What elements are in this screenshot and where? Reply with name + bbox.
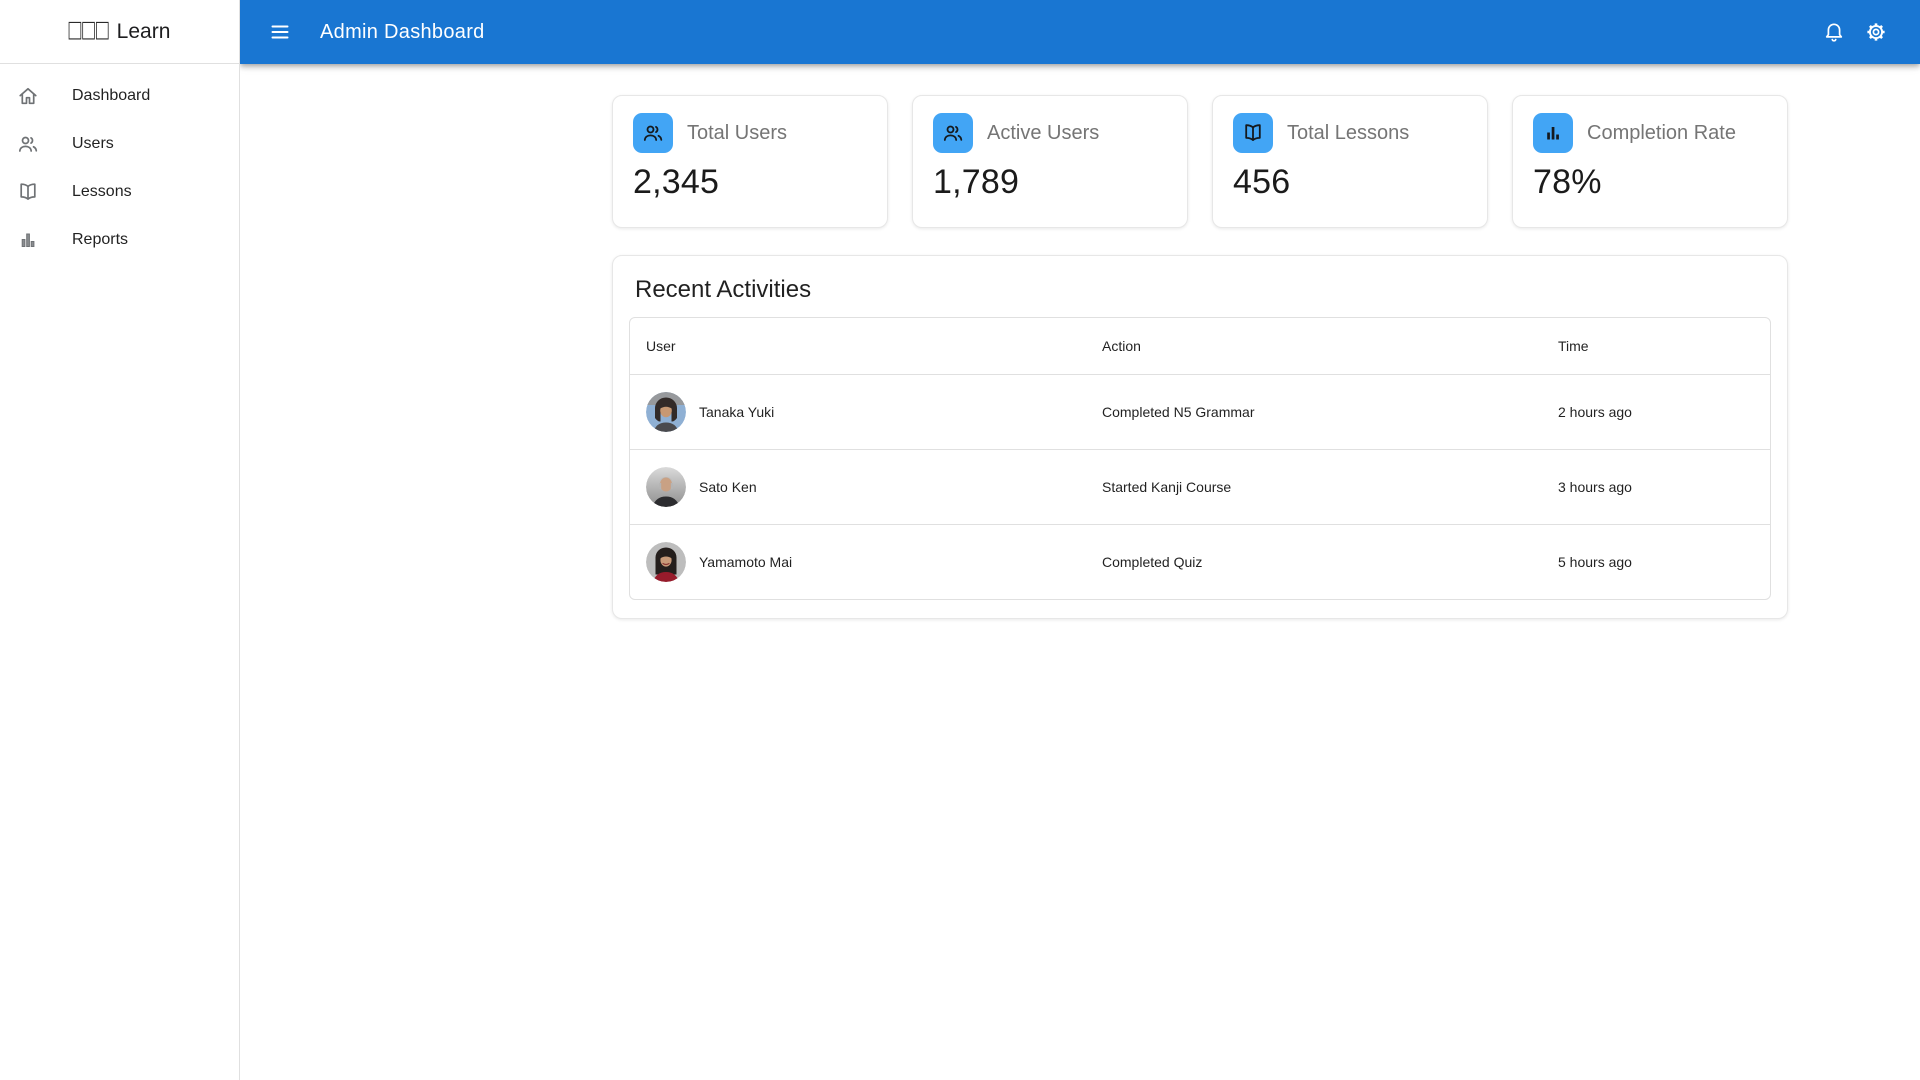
sidebar-nav: Dashboard Users Lessons Reports xyxy=(0,64,239,264)
sidebar-item-users[interactable]: Users xyxy=(0,120,239,168)
sidebar: □□□ Learn Dashboard Users Lessons Report… xyxy=(0,0,240,1080)
time-text: 2 hours ago xyxy=(1558,404,1632,420)
user-name: Tanaka Yuki xyxy=(699,404,775,420)
sidebar-item-label: Users xyxy=(72,135,114,152)
time-text: 5 hours ago xyxy=(1558,554,1632,570)
stat-label: Completion Rate xyxy=(1587,121,1736,144)
stat-card-total-lessons: Total Lessons 456 xyxy=(1212,95,1488,228)
action-text: Started Kanji Course xyxy=(1102,479,1232,495)
book-icon xyxy=(16,180,72,204)
appbar-actions xyxy=(1814,12,1896,52)
column-header-action: Action xyxy=(1102,338,1141,354)
user-name: Yamamoto Mai xyxy=(699,554,793,570)
section-title: Recent Activities xyxy=(635,276,812,303)
stat-value: 1,789 xyxy=(933,163,1020,201)
time-text: 3 hours ago xyxy=(1558,479,1632,495)
avatar xyxy=(646,392,686,432)
stat-label: Total Lessons xyxy=(1287,121,1410,144)
people-icon xyxy=(933,113,973,153)
notifications-button[interactable] xyxy=(1814,12,1854,52)
avatar xyxy=(646,467,686,507)
stat-label: Total Users xyxy=(687,121,788,144)
menu-button[interactable] xyxy=(256,8,304,56)
bar-chart-icon xyxy=(16,228,72,252)
sidebar-item-label: Dashboard xyxy=(72,87,151,104)
sidebar-item-label: Lessons xyxy=(72,183,132,200)
page-title: Admin Dashboard xyxy=(320,20,485,43)
table-row: Yamamoto Mai Completed Quiz 5 hours ago xyxy=(630,524,1770,599)
stat-value: 456 xyxy=(1233,163,1291,201)
sidebar-item-lessons[interactable]: Lessons xyxy=(0,168,239,216)
app-bar: Admin Dashboard xyxy=(240,0,1920,64)
sidebar-item-label: Reports xyxy=(72,231,129,248)
stat-card-completion-rate: Completion Rate 78% xyxy=(1512,95,1788,228)
avatar xyxy=(646,542,686,582)
brand-label: Learn xyxy=(116,19,171,43)
table-row: Tanaka Yuki Completed N5 Grammar 2 hours… xyxy=(630,374,1770,449)
gear-icon xyxy=(1867,23,1885,41)
main-content: Total Users 2,345 Active Users 1,789 Tot… xyxy=(240,64,1920,619)
brand-logo: □□□ Learn xyxy=(0,0,239,64)
column-header-user: User xyxy=(646,338,676,354)
recent-activities-card: Recent Activities User Action Time Tanak… xyxy=(612,255,1788,619)
home-icon xyxy=(16,84,72,108)
missing-glyph-boxes: □□□ xyxy=(68,13,110,47)
people-icon xyxy=(16,132,72,156)
column-header-time: Time xyxy=(1558,338,1589,354)
action-text: Completed Quiz xyxy=(1102,554,1203,570)
stats-row: Total Users 2,345 Active Users 1,789 Tot… xyxy=(612,95,1788,228)
stat-card-active-users: Active Users 1,789 xyxy=(912,95,1188,228)
book-icon xyxy=(1233,113,1273,153)
table-row: Sato Ken Started Kanji Course 3 hours ag… xyxy=(630,449,1770,524)
stat-card-total-users: Total Users 2,345 xyxy=(612,95,888,228)
bell-icon xyxy=(1825,23,1843,42)
user-name: Sato Ken xyxy=(699,479,757,495)
table-header: User Action Time xyxy=(630,318,1770,374)
bar-chart-icon xyxy=(1533,113,1573,153)
action-text: Completed N5 Grammar xyxy=(1102,404,1255,420)
sidebar-item-dashboard[interactable]: Dashboard xyxy=(0,72,239,120)
people-icon xyxy=(633,113,673,153)
sidebar-item-reports[interactable]: Reports xyxy=(0,216,239,264)
stat-value: 78% xyxy=(1533,163,1602,201)
settings-button[interactable] xyxy=(1856,12,1896,52)
stat-label: Active Users xyxy=(987,121,1100,144)
menu-icon xyxy=(271,25,289,39)
stat-value: 2,345 xyxy=(633,163,720,201)
activities-table: User Action Time Tanaka Yuki Completed N… xyxy=(629,317,1771,600)
